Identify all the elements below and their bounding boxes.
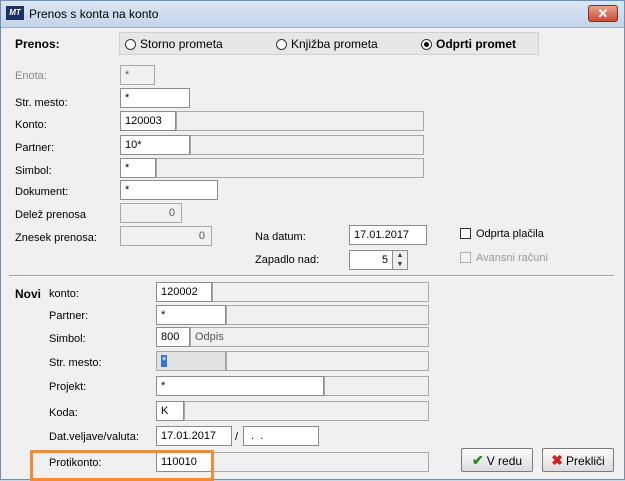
protikonto-highlight [30, 450, 214, 481]
novi-konto-input[interactable]: 120002 [156, 282, 212, 302]
radio-storno-prometa[interactable]: Storno prometa [125, 37, 223, 51]
odprta-placila-label: Odprta plačila [476, 228, 544, 240]
odprta-placila-checkbox[interactable]: Odprta plačila [460, 228, 544, 240]
checkbox-unchecked-icon [460, 228, 471, 239]
dokument-input[interactable]: * [120, 180, 218, 200]
novi-str-mesto-label: Str. mesto: [49, 357, 102, 369]
radio-knjizba-label: Knjižba prometa [291, 37, 378, 51]
spin-down-icon[interactable]: ▼ [393, 260, 407, 269]
radio-unselected-icon [276, 39, 287, 50]
novi-partner-label: Partner: [49, 310, 89, 322]
novi-partner-description [226, 305, 429, 325]
dat-veljave-label: Dat.veljave/valuta: [49, 431, 139, 443]
cancel-button[interactable]: ✖ Prekliči [542, 448, 614, 472]
partner-label: Partner: [15, 142, 55, 154]
zapadlo-nad-label: Zapadlo nad: [255, 254, 320, 266]
radio-selected-icon [421, 39, 432, 50]
protikonto-description [212, 452, 429, 472]
novi-projekt-description [324, 376, 429, 396]
novi-simbol-label: Simbol: [49, 333, 86, 345]
radio-knjizba-prometa[interactable]: Knjižba prometa [276, 37, 378, 51]
novi-str-mesto-description [226, 351, 429, 371]
novi-projekt-label: Projekt: [49, 381, 87, 393]
znesek-prenosa-label: Znesek prenosa: [15, 232, 97, 244]
section-divider [9, 275, 614, 277]
partner-description [190, 135, 424, 155]
ok-button[interactable]: ✔ V redu [461, 448, 533, 472]
str-mesto-label: Str. mesto: [15, 97, 68, 109]
title-bar[interactable]: MT Prenos s konta na konto ✕ [1, 1, 624, 28]
ok-label: V redu [486, 454, 523, 468]
delez-prenosa-field: 0 [120, 203, 182, 223]
str-mesto-input[interactable]: * [120, 88, 190, 108]
radio-unselected-icon [125, 39, 136, 50]
na-datum-input[interactable]: 17.01.2017 [349, 225, 427, 245]
novi-konto-label: konto: [49, 288, 79, 300]
selected-text: * [161, 355, 168, 367]
radio-storno-label: Storno prometa [140, 37, 223, 51]
dat-separator: / [235, 431, 239, 443]
avansni-racuni-label: Avansni računi [476, 252, 548, 264]
prenos-radio-group: Storno prometa Knjižba prometa Odprti pr… [119, 32, 539, 55]
avansni-racuni-checkbox: Avansni računi [460, 252, 548, 264]
dokument-label: Dokument: [15, 186, 69, 198]
zapadlo-nad-input[interactable]: 5 [349, 250, 393, 270]
enota-field: * [120, 65, 155, 85]
novi-konto-description [212, 282, 429, 302]
spin-up-icon[interactable]: ▲ [393, 251, 407, 260]
konto-label: Konto: [15, 119, 47, 131]
novi-simbol-description: Odpis [190, 327, 429, 347]
novi-simbol-input[interactable]: 800 [156, 327, 190, 347]
na-datum-label: Na datum: [255, 231, 306, 243]
znesek-prenosa-field: 0 [120, 226, 212, 246]
cancel-label: Prekliči [566, 454, 605, 468]
radio-odprti-label: Odprti promet [436, 37, 516, 51]
simbol-label: Simbol: [15, 165, 52, 177]
novi-partner-input[interactable]: * [156, 305, 226, 325]
radio-odprti-promet[interactable]: Odprti promet [421, 37, 516, 51]
simbol-input[interactable]: * [120, 158, 156, 178]
novi-koda-input[interactable]: K [156, 401, 184, 421]
novi-koda-description [184, 401, 429, 421]
konto-description [176, 111, 424, 131]
enota-label: Enota: [15, 70, 47, 82]
window-title: Prenos s konta na konto [29, 7, 159, 21]
checkbox-disabled-icon [460, 252, 471, 263]
partner-input[interactable]: 10* [120, 135, 190, 155]
simbol-description [156, 158, 424, 178]
cancel-x-icon: ✖ [551, 452, 564, 468]
dat-veljave-input[interactable]: 17.01.2017 [156, 426, 232, 446]
novi-str-mesto-input[interactable]: * [156, 351, 226, 371]
novi-koda-label: Koda: [49, 407, 78, 419]
app-logo-icon: MT [6, 6, 24, 20]
novi-projekt-input[interactable]: * [156, 376, 324, 396]
zapadlo-nad-spinner[interactable]: ▲ ▼ [392, 250, 408, 270]
konto-input[interactable]: 120003 [120, 111, 176, 131]
delez-prenosa-label: Delež prenosa [15, 209, 86, 221]
checkmark-icon: ✔ [471, 452, 484, 468]
valuta-input[interactable]: . . [243, 426, 319, 446]
dialog-window: MT Prenos s konta na konto ✕ Prenos: Sto… [0, 0, 625, 481]
prenos-label: Prenos: [15, 37, 60, 51]
novi-label: Novi [15, 287, 42, 301]
close-button[interactable]: ✕ [588, 5, 618, 22]
